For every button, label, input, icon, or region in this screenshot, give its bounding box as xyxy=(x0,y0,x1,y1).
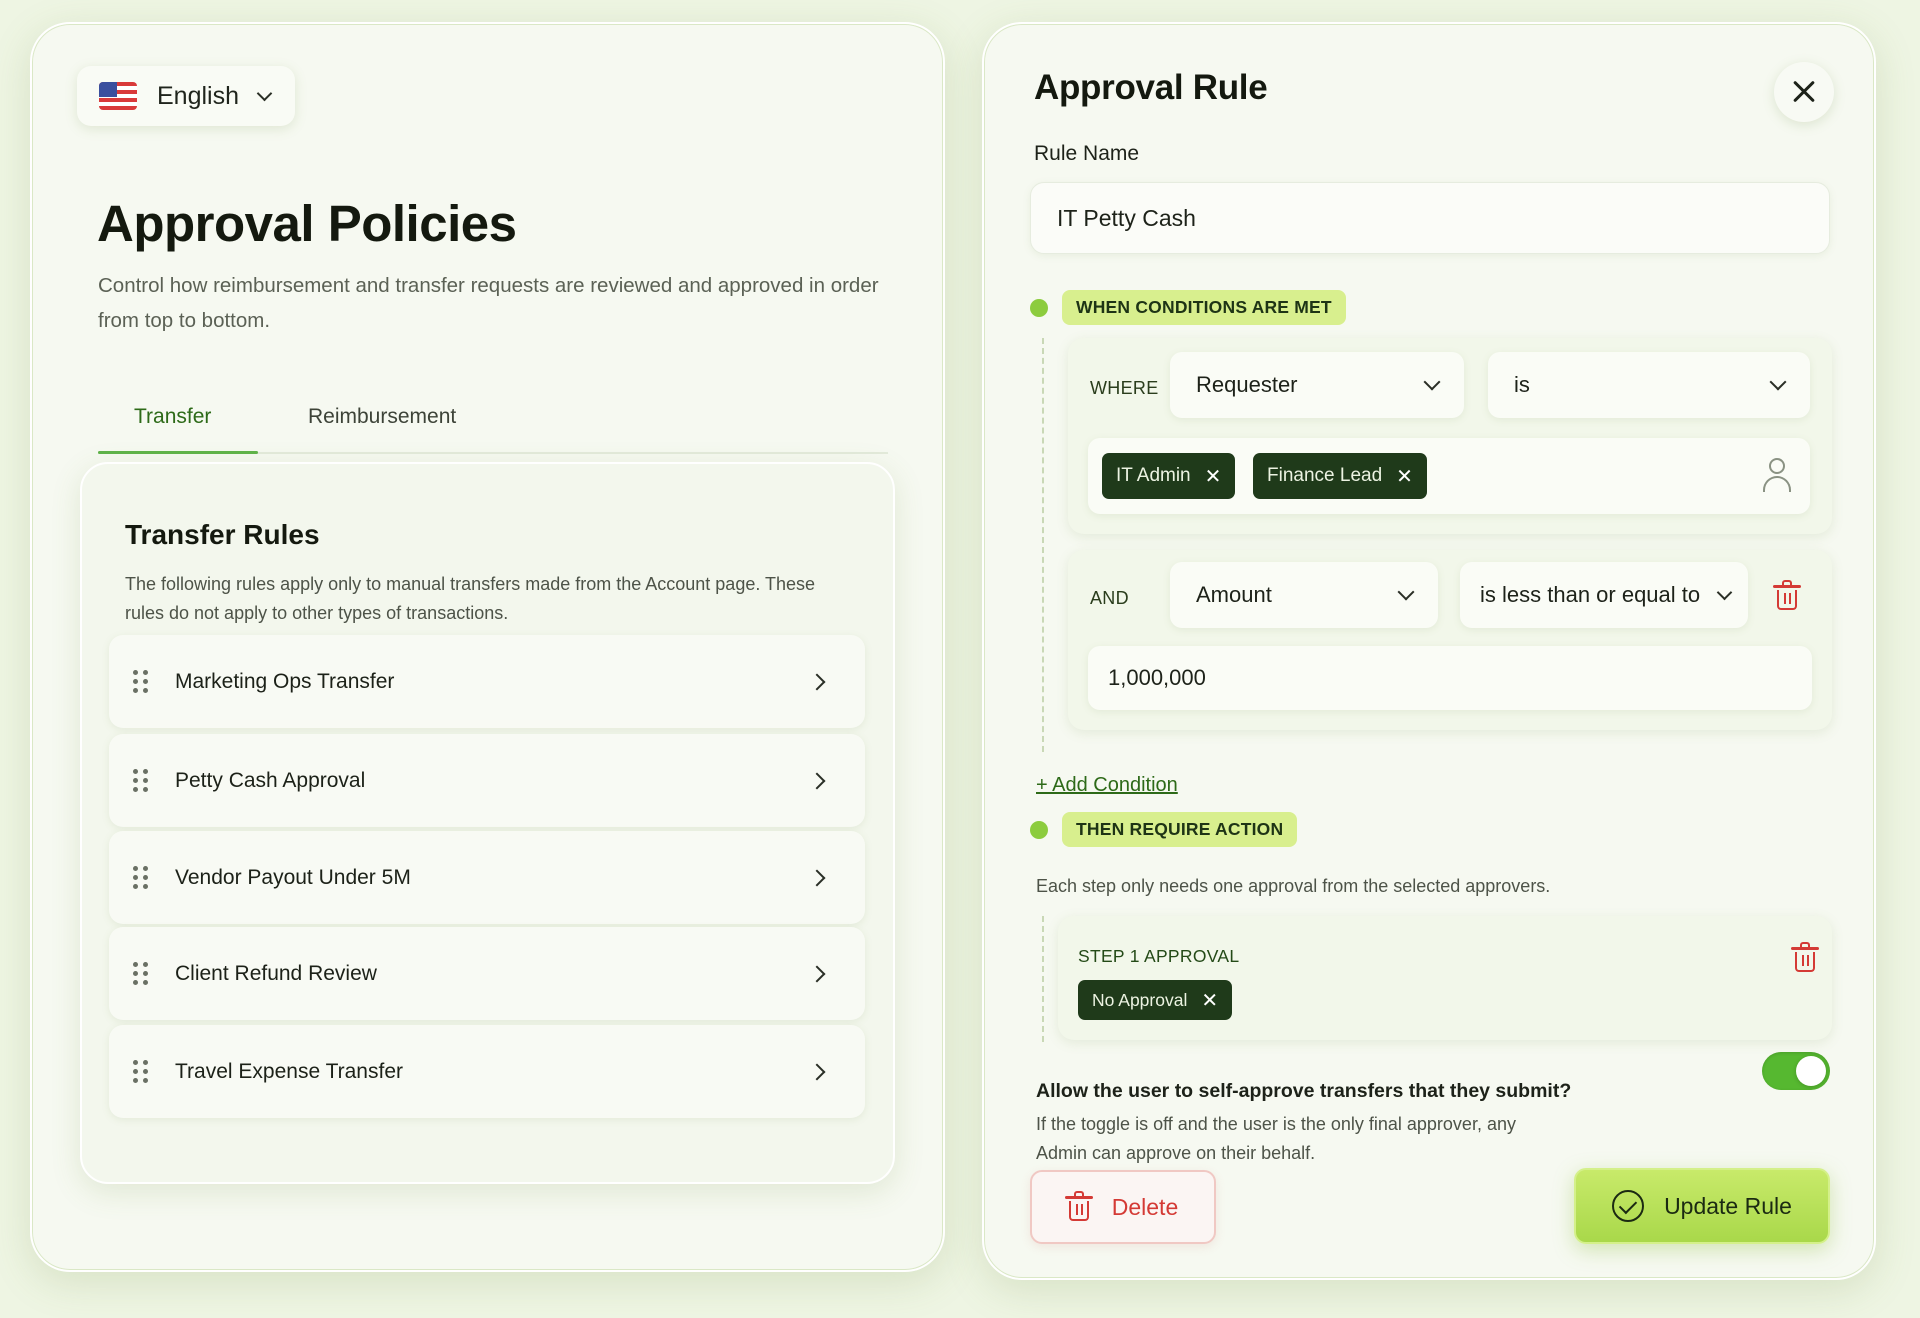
chevron-right-icon xyxy=(808,1063,826,1080)
condition-operator-select[interactable]: is xyxy=(1488,352,1810,418)
tag-no-approval: No Approval ✕ xyxy=(1078,980,1233,1020)
language-label: English xyxy=(157,81,239,110)
policy-tabs: Transfer Reimbursement xyxy=(98,386,888,454)
rule-item-label: Client Refund Review xyxy=(175,961,377,985)
step-block: STEP 1 APPROVAL No Approval ✕ xyxy=(1042,916,1832,1042)
self-approve-description: If the toggle is off and the user is the… xyxy=(1036,1114,1516,1163)
action-heading: THEN REQUIRE ACTION xyxy=(1030,812,1298,847)
tag-label: IT Admin xyxy=(1116,465,1191,486)
tag-label: Finance Lead xyxy=(1267,465,1383,486)
drag-handle-icon[interactable] xyxy=(133,669,149,694)
transfer-rules-description: The following rules apply only to manual… xyxy=(125,574,816,623)
condition-field-value: Amount xyxy=(1196,582,1272,607)
rule-item-travel-expense[interactable]: Travel Expense Transfer xyxy=(109,1025,865,1118)
self-approve-question: Allow the user to self-approve transfers… xyxy=(1036,1080,1572,1102)
chevron-right-icon xyxy=(808,965,826,982)
delete-button[interactable]: Delete xyxy=(1030,1170,1216,1244)
rule-item-marketing-ops[interactable]: Marketing Ops Transfer xyxy=(109,635,865,728)
rule-item-client-refund[interactable]: Client Refund Review xyxy=(109,927,865,1020)
rule-item-label: Travel Expense Transfer xyxy=(175,1059,403,1083)
language-selector[interactable]: English xyxy=(77,66,295,126)
drag-handle-icon[interactable] xyxy=(133,1059,149,1084)
delete-button-label: Delete xyxy=(1111,1193,1179,1220)
condition-card-and: AND Amount is less than or equal to xyxy=(1068,550,1832,730)
tag-label: No Approval xyxy=(1092,989,1188,1010)
status-dot-icon xyxy=(1030,298,1048,317)
rule-item-label: Marketing Ops Transfer xyxy=(175,669,395,693)
remove-tag-icon[interactable]: ✕ xyxy=(1396,464,1413,489)
condition-keyword-where: WHERE xyxy=(1090,378,1159,398)
tab-reimbursement[interactable]: Reimbursement xyxy=(308,405,456,429)
condition-field-select[interactable]: Amount xyxy=(1170,562,1438,628)
condition-operator-select[interactable]: is less than or equal to xyxy=(1460,562,1748,628)
approval-policies-panel: English Approval Policies Control how re… xyxy=(30,22,945,1272)
check-circle-icon xyxy=(1612,1190,1645,1222)
drag-handle-icon[interactable] xyxy=(133,865,149,890)
chevron-right-icon xyxy=(808,673,826,690)
update-rule-button[interactable]: Update Rule xyxy=(1574,1168,1830,1244)
tab-transfer[interactable]: Transfer xyxy=(134,405,211,429)
rule-item-label: Vendor Payout Under 5M xyxy=(175,865,411,889)
chevron-down-icon xyxy=(1397,583,1415,601)
add-condition-link[interactable]: + Add Condition xyxy=(1036,774,1178,797)
chevron-right-icon xyxy=(808,869,826,886)
condition-operator-value: is less than or equal to xyxy=(1480,582,1701,607)
chevron-down-icon xyxy=(1423,373,1441,391)
close-icon[interactable] xyxy=(1774,62,1834,122)
conditions-pill: WHEN CONDITIONS ARE MET xyxy=(1062,290,1346,325)
transfer-rules-title: Transfer Rules xyxy=(125,519,320,550)
chevron-down-icon xyxy=(1769,373,1787,391)
amount-input[interactable] xyxy=(1088,646,1812,710)
tag-it-admin: IT Admin ✕ xyxy=(1102,453,1236,499)
rule-item-label: Petty Cash Approval xyxy=(175,768,366,792)
step-1-title: STEP 1 APPROVAL xyxy=(1078,946,1240,966)
delete-step-icon[interactable] xyxy=(1791,942,1819,972)
page-description: Control how reimbursement and transfer r… xyxy=(98,274,879,332)
chevron-down-icon xyxy=(1716,584,1733,600)
condition-operator-value: is xyxy=(1514,372,1530,397)
rule-name-label: Rule Name xyxy=(1034,142,1140,165)
page-title: Approval Policies xyxy=(97,195,517,252)
approval-rule-panel: Approval Rule Rule Name WHEN CONDITIONS … xyxy=(982,22,1876,1280)
drag-handle-icon[interactable] xyxy=(133,961,149,986)
rule-item-petty-cash[interactable]: Petty Cash Approval xyxy=(109,734,865,827)
toggle-knob xyxy=(1796,1056,1826,1086)
update-rule-label: Update Rule xyxy=(1664,1192,1792,1219)
tag-finance-lead: Finance Lead ✕ xyxy=(1253,453,1427,499)
us-flag-icon xyxy=(99,82,137,110)
action-description: Each step only needs one approval from t… xyxy=(1036,876,1551,896)
step-1-card: STEP 1 APPROVAL No Approval ✕ xyxy=(1058,916,1832,1040)
transfer-rules-card: Transfer Rules The following rules apply… xyxy=(80,462,895,1184)
chevron-right-icon xyxy=(808,772,826,789)
status-dot-icon xyxy=(1030,820,1048,839)
delete-condition-icon[interactable] xyxy=(1773,580,1801,610)
conditions-heading: WHEN CONDITIONS ARE MET xyxy=(1030,290,1346,325)
action-pill: THEN REQUIRE ACTION xyxy=(1062,812,1298,847)
condition-field-value: Requester xyxy=(1196,372,1298,397)
condition-keyword-and: AND xyxy=(1090,588,1129,608)
conditions-block: WHERE Requester is IT Admin ✕ Finance Le… xyxy=(1042,338,1832,752)
trash-icon xyxy=(1064,1191,1093,1221)
rule-item-vendor-payout[interactable]: Vendor Payout Under 5M xyxy=(109,831,865,924)
condition-card-where: WHERE Requester is IT Admin ✕ Finance Le… xyxy=(1068,338,1832,534)
person-icon[interactable] xyxy=(1762,458,1792,492)
condition-field-select[interactable]: Requester xyxy=(1170,352,1464,418)
rule-name-input[interactable] xyxy=(1030,182,1830,254)
active-tab-indicator xyxy=(98,451,258,454)
remove-tag-icon[interactable]: ✕ xyxy=(1205,464,1222,489)
approval-rule-title: Approval Rule xyxy=(1034,68,1268,107)
drag-handle-icon[interactable] xyxy=(133,768,149,793)
self-approve-toggle[interactable] xyxy=(1762,1052,1830,1090)
chevron-down-icon xyxy=(256,85,273,101)
requester-tag-input[interactable]: IT Admin ✕ Finance Lead ✕ xyxy=(1088,438,1810,514)
remove-tag-icon[interactable]: ✕ xyxy=(1201,988,1218,1013)
